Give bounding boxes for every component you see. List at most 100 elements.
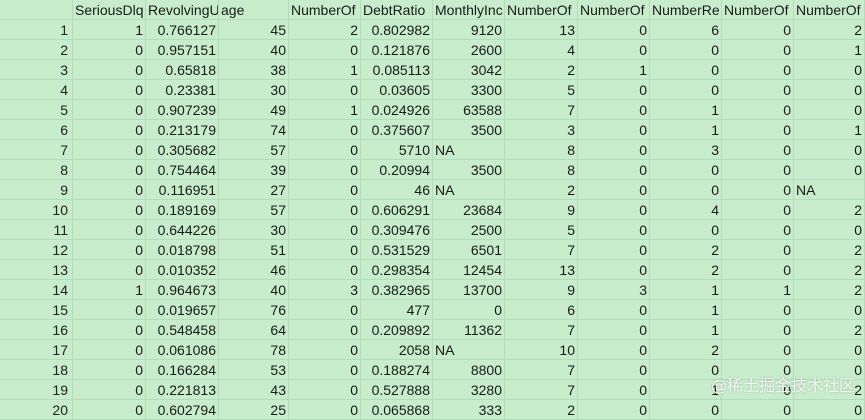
table-cell[interactable]: 1 (578, 60, 650, 80)
row-number[interactable]: 20 (0, 400, 73, 420)
table-cell[interactable]: 0 (433, 300, 505, 320)
table-cell[interactable]: 1 (73, 280, 146, 300)
table-cell[interactable]: NA (794, 180, 865, 200)
table-cell[interactable]: 0 (289, 320, 361, 340)
table-cell[interactable]: 4 (650, 200, 722, 220)
table-cell[interactable]: 0 (722, 240, 794, 260)
table-cell[interactable]: 0 (794, 300, 865, 320)
row-number[interactable]: 7 (0, 140, 73, 160)
table-cell[interactable]: 43 (219, 380, 289, 400)
table-cell[interactable]: 46 (361, 180, 433, 200)
table-cell[interactable]: 1 (289, 100, 361, 120)
table-cell[interactable]: 0 (289, 340, 361, 360)
table-cell[interactable]: 0 (794, 400, 865, 420)
table-cell[interactable]: 0 (794, 60, 865, 80)
table-cell[interactable]: 0 (722, 300, 794, 320)
table-cell[interactable]: 3 (289, 280, 361, 300)
table-cell[interactable]: 1 (650, 300, 722, 320)
table-cell[interactable]: 0 (722, 160, 794, 180)
table-cell[interactable]: 0.65818 (146, 60, 219, 80)
table-cell[interactable]: 0 (289, 360, 361, 380)
table-cell[interactable]: 0 (794, 140, 865, 160)
row-number[interactable]: 8 (0, 160, 73, 180)
table-cell[interactable]: 0 (794, 160, 865, 180)
table-cell[interactable]: 0 (73, 260, 146, 280)
table-cell[interactable]: 7 (505, 360, 578, 380)
table-cell[interactable]: 2 (650, 240, 722, 260)
table-cell[interactable]: 0.527888 (361, 380, 433, 400)
table-cell[interactable]: 13700 (433, 280, 505, 300)
table-cell[interactable]: 40 (219, 280, 289, 300)
table-cell[interactable]: 78 (219, 340, 289, 360)
row-number[interactable]: 3 (0, 60, 73, 80)
row-number[interactable]: 18 (0, 360, 73, 380)
table-cell[interactable]: 0 (578, 120, 650, 140)
table-cell[interactable]: 0 (289, 80, 361, 100)
table-cell[interactable]: 0 (794, 100, 865, 120)
table-cell[interactable]: 0 (289, 180, 361, 200)
table-cell[interactable]: 2 (505, 60, 578, 80)
row-number[interactable]: 11 (0, 220, 73, 240)
column-header[interactable]: DebtRatio (361, 0, 433, 20)
table-cell[interactable]: NA (433, 340, 505, 360)
table-cell[interactable]: 1 (722, 280, 794, 300)
table-cell[interactable]: 0 (73, 340, 146, 360)
table-cell[interactable]: 9120 (433, 20, 505, 40)
table-cell[interactable]: 0.061086 (146, 340, 219, 360)
table-cell[interactable]: 0.305682 (146, 140, 219, 160)
table-cell[interactable]: 3 (505, 120, 578, 140)
table-cell[interactable]: 3500 (433, 160, 505, 180)
table-cell[interactable]: 0.602794 (146, 400, 219, 420)
row-number[interactable]: 6 (0, 120, 73, 140)
table-cell[interactable]: 2 (794, 320, 865, 340)
table-cell[interactable]: 0 (73, 80, 146, 100)
table-cell[interactable]: 0.188274 (361, 360, 433, 380)
table-cell[interactable]: 0 (289, 120, 361, 140)
table-cell[interactable]: 0 (578, 320, 650, 340)
table-cell[interactable]: 0 (73, 40, 146, 60)
table-cell[interactable]: 57 (219, 140, 289, 160)
table-cell[interactable]: 49 (219, 100, 289, 120)
table-cell[interactable]: 13 (505, 260, 578, 280)
table-cell[interactable]: 3042 (433, 60, 505, 80)
column-header[interactable]: age (219, 0, 289, 20)
row-number[interactable]: 17 (0, 340, 73, 360)
table-cell[interactable]: 7 (505, 240, 578, 260)
table-cell[interactable]: 0 (73, 240, 146, 260)
table-cell[interactable]: 0 (578, 140, 650, 160)
table-cell[interactable]: 11362 (433, 320, 505, 340)
table-cell[interactable]: 6501 (433, 240, 505, 260)
table-cell[interactable]: 0 (722, 40, 794, 60)
table-cell[interactable]: 0 (722, 320, 794, 340)
table-cell[interactable]: 0.221813 (146, 380, 219, 400)
table-cell[interactable]: 0.309476 (361, 220, 433, 240)
table-cell[interactable]: 0 (722, 120, 794, 140)
table-cell[interactable]: 0.754464 (146, 160, 219, 180)
row-number[interactable]: 4 (0, 80, 73, 100)
table-cell[interactable]: 1 (794, 40, 865, 60)
table-cell[interactable]: 0 (722, 20, 794, 40)
table-cell[interactable]: 6 (650, 20, 722, 40)
column-header[interactable]: NumberRe (650, 0, 722, 20)
table-cell[interactable]: 2 (289, 20, 361, 40)
table-cell[interactable]: 0.010352 (146, 260, 219, 280)
table-cell[interactable]: 0 (73, 200, 146, 220)
table-cell[interactable]: 0 (73, 100, 146, 120)
table-cell[interactable]: 0.03605 (361, 80, 433, 100)
column-header[interactable] (0, 0, 73, 20)
table-cell[interactable]: 0.209892 (361, 320, 433, 340)
row-number[interactable]: 12 (0, 240, 73, 260)
table-cell[interactable]: 2 (794, 280, 865, 300)
table-cell[interactable]: 13 (505, 20, 578, 40)
table-cell[interactable]: 0.20994 (361, 160, 433, 180)
table-cell[interactable]: 0 (650, 160, 722, 180)
table-cell[interactable]: 0 (794, 340, 865, 360)
table-cell[interactable]: 0.065868 (361, 400, 433, 420)
table-cell[interactable]: 0 (578, 100, 650, 120)
table-cell[interactable]: 0.802982 (361, 20, 433, 40)
table-cell[interactable]: 30 (219, 80, 289, 100)
table-cell[interactable]: 4 (505, 40, 578, 60)
table-cell[interactable]: 0 (289, 220, 361, 240)
table-cell[interactable]: 1 (650, 120, 722, 140)
table-cell[interactable]: 0 (578, 400, 650, 420)
